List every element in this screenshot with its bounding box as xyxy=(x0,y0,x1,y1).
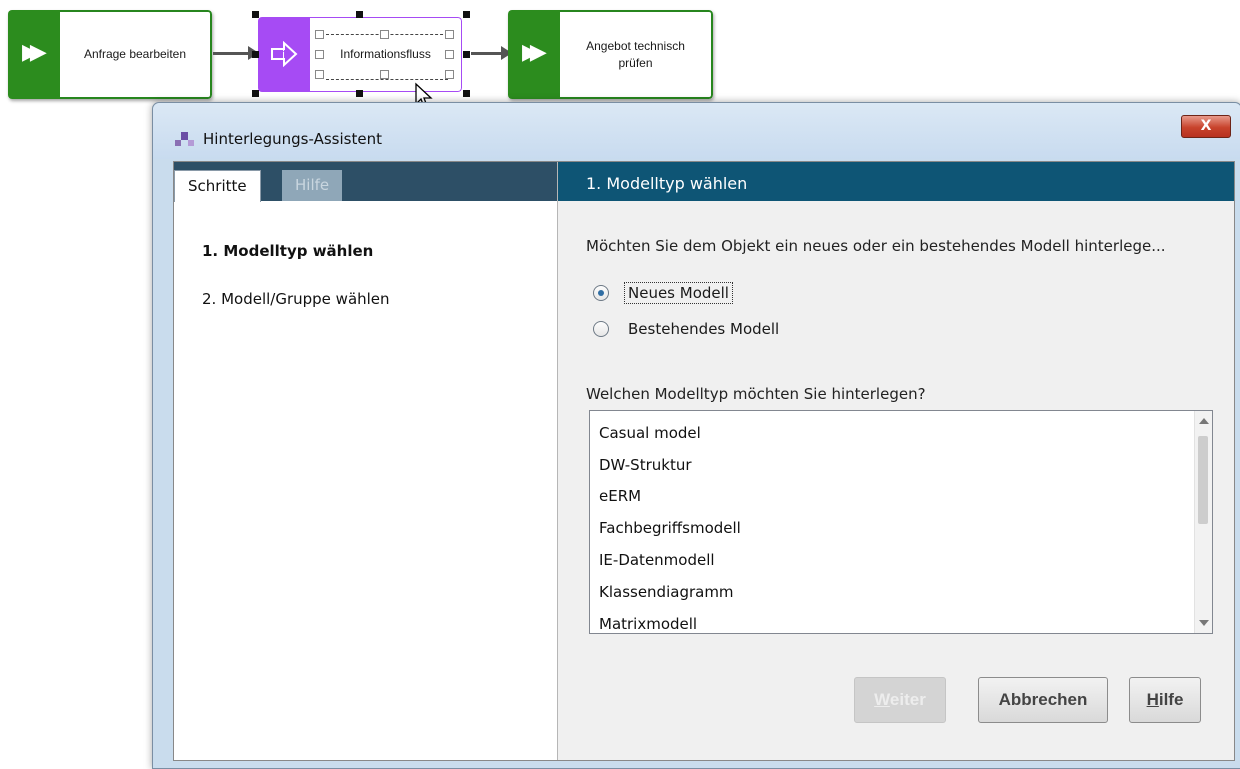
list-item[interactable]: Casual model xyxy=(599,424,701,442)
title-bar[interactable]: Hinterlegungs-Assistent X xyxy=(153,103,1240,159)
wizard-dialog: Hinterlegungs-Assistent X Schritte Hilfe… xyxy=(152,102,1240,769)
function-node-anfrage[interactable]: ▶▶ Anfrage bearbeiten xyxy=(8,10,212,99)
app-logo-icon xyxy=(175,132,194,146)
label-handle[interactable] xyxy=(445,50,454,59)
question-model-kind: Möchten Sie dem Objekt ein neues oder ei… xyxy=(586,237,1166,255)
close-button[interactable]: X xyxy=(1181,115,1231,138)
page-title: 1. Modelltyp wählen xyxy=(558,162,1234,201)
step-item-2[interactable]: 2. Modell/Gruppe wählen xyxy=(202,290,390,308)
connector-arrow[interactable] xyxy=(213,46,259,60)
tab-help[interactable]: Hilfe xyxy=(282,170,343,201)
help-label: ilfe xyxy=(1158,690,1184,709)
scroll-down-arrow-icon[interactable] xyxy=(1199,620,1209,626)
node-label: Informationsfluss xyxy=(340,47,431,61)
information-node-body: Informationsfluss xyxy=(310,17,462,92)
label-handle[interactable] xyxy=(445,70,454,79)
radio-new-model[interactable]: Neues Modell xyxy=(593,282,733,304)
node-label: Angebot technisch prüfen xyxy=(560,10,713,99)
list-item[interactable]: eERM xyxy=(599,487,641,505)
dialog-content: Schritte Hilfe 1. Modelltyp wählen 2. Mo… xyxy=(173,161,1235,761)
selection-handle[interactable] xyxy=(356,90,363,97)
radio-label: Bestehendes Modell xyxy=(628,320,780,338)
selection-handle[interactable] xyxy=(252,51,259,58)
information-strip: i xyxy=(258,17,310,92)
selection-handle[interactable] xyxy=(356,11,363,18)
dialog-title: Hinterlegungs-Assistent xyxy=(203,130,382,148)
fast-forward-icon: ▶▶ xyxy=(22,40,47,65)
vertical-scrollbar[interactable] xyxy=(1194,411,1212,633)
scrollbar-thumb[interactable] xyxy=(1198,436,1208,524)
list-item[interactable]: Matrixmodell xyxy=(599,615,697,633)
function-strip: ▶▶ xyxy=(8,10,60,99)
step-item-1[interactable]: 1. Modelltyp wählen xyxy=(202,242,373,260)
tab-steps[interactable]: Schritte xyxy=(174,170,261,202)
help-mnemonic: H xyxy=(1146,690,1159,709)
list-item[interactable]: Klassendiagramm xyxy=(599,583,734,601)
selection-handle[interactable] xyxy=(252,11,259,18)
function-strip: ▶▶ xyxy=(508,10,560,99)
wizard-page: 1. Modelltyp wählen Möchten Sie dem Obje… xyxy=(558,162,1234,760)
selection-handle[interactable] xyxy=(463,90,470,97)
selection-handle[interactable] xyxy=(463,11,470,18)
information-arrow-icon: i xyxy=(271,41,298,67)
list-item[interactable]: Fachbegriffsmodell xyxy=(599,519,741,537)
label-handle[interactable] xyxy=(380,30,389,39)
label-handle[interactable] xyxy=(315,70,324,79)
next-button[interactable]: Weiter xyxy=(854,677,946,723)
model-type-list[interactable]: Casual model DW-Struktur eERM Fachbegrif… xyxy=(589,410,1213,634)
list-item[interactable]: IE-Datenmodell xyxy=(599,551,715,569)
selection-handle[interactable] xyxy=(252,90,259,97)
radio-button[interactable] xyxy=(593,321,609,337)
radio-button-checked[interactable] xyxy=(593,285,609,301)
next-mnemonic: W xyxy=(874,690,890,709)
information-node[interactable]: i Informationsfluss xyxy=(258,17,462,92)
label-handle[interactable] xyxy=(315,30,324,39)
radio-existing-model[interactable]: Bestehendes Modell xyxy=(593,320,779,338)
help-button[interactable]: Hilfe xyxy=(1129,677,1201,723)
selection-handle[interactable] xyxy=(463,51,470,58)
cancel-button[interactable]: Abbrechen xyxy=(978,677,1108,723)
radio-label: Neues Modell xyxy=(624,282,733,304)
node-label: Anfrage bearbeiten xyxy=(60,10,212,99)
label-handle[interactable] xyxy=(445,30,454,39)
list-item[interactable]: DW-Struktur xyxy=(599,456,692,474)
label-handle[interactable] xyxy=(315,50,324,59)
question-model-type: Welchen Modelltyp möchten Sie hinterlege… xyxy=(586,385,926,403)
label-handle[interactable] xyxy=(380,70,389,79)
tab-bar: Schritte Hilfe xyxy=(174,162,557,202)
fast-forward-icon: ▶▶ xyxy=(522,40,547,65)
scroll-up-arrow-icon[interactable] xyxy=(1199,418,1209,424)
connector-arrow[interactable] xyxy=(471,46,512,60)
svg-text:i: i xyxy=(282,48,285,61)
steps-panel: Schritte Hilfe 1. Modelltyp wählen 2. Mo… xyxy=(174,162,558,760)
function-node-angebot[interactable]: ▶▶ Angebot technisch prüfen xyxy=(508,10,713,99)
next-label: eiter xyxy=(889,690,926,709)
